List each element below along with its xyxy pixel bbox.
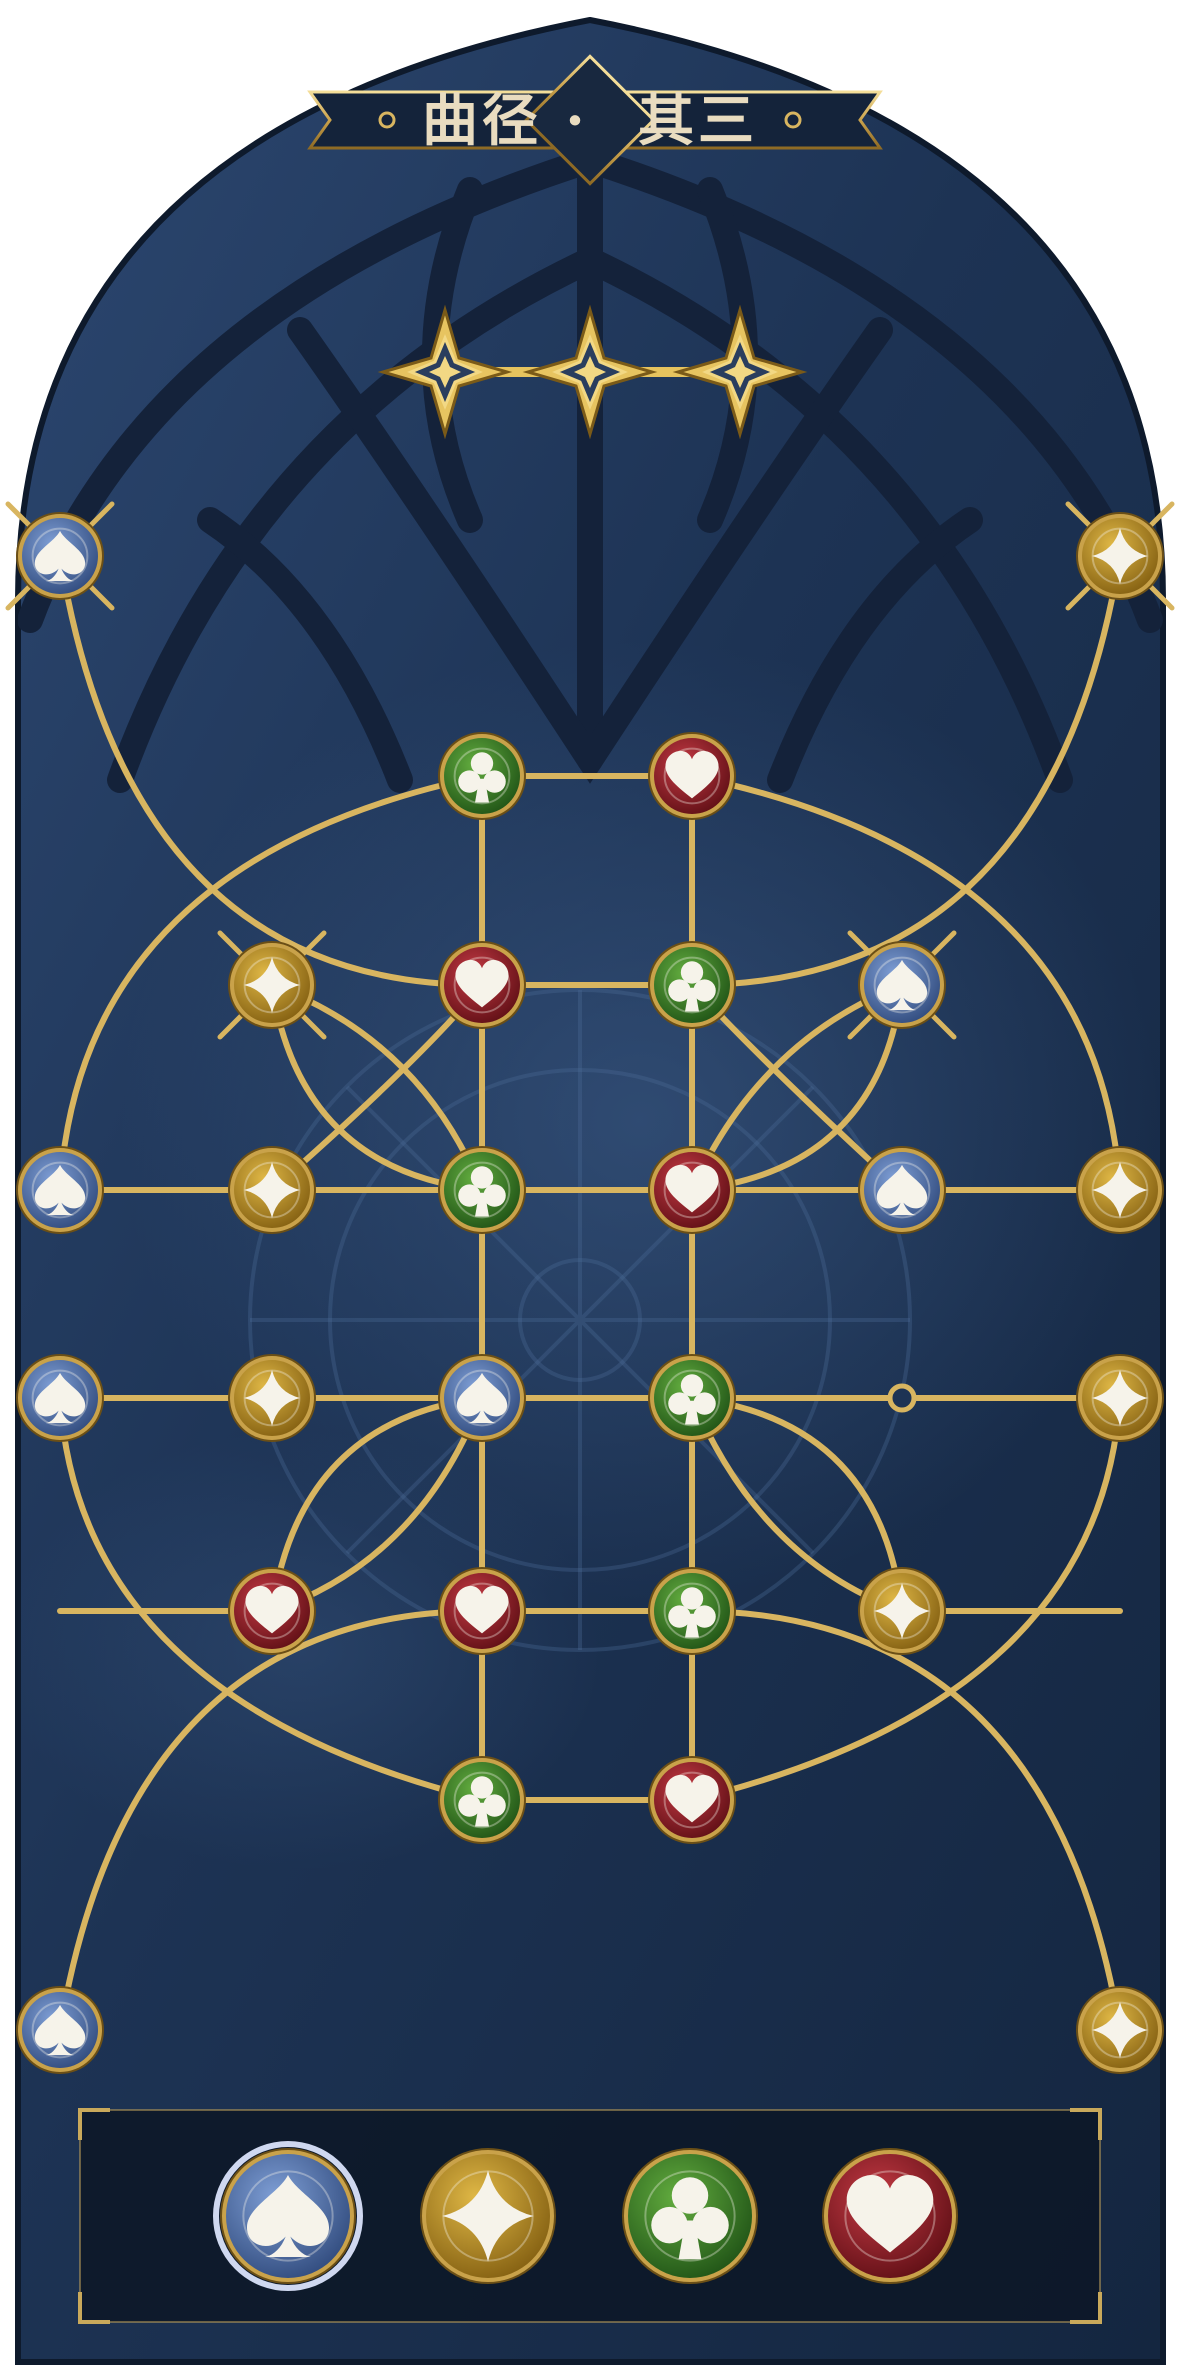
node-club-24[interactable] xyxy=(438,1756,526,1844)
node-heart-20[interactable] xyxy=(228,1567,316,1655)
node-spade-13[interactable] xyxy=(858,1146,946,1234)
node-heart-6[interactable] xyxy=(438,941,526,1029)
node-heart-4[interactable] xyxy=(648,732,736,820)
progress-stars xyxy=(377,304,808,440)
node-diamond-19[interactable] xyxy=(1076,1354,1164,1442)
node-club-18[interactable] xyxy=(648,1354,736,1442)
title-separator: · xyxy=(565,88,589,154)
node-club-11[interactable] xyxy=(438,1146,526,1234)
node-club-22[interactable] xyxy=(648,1567,736,1655)
node-diamond-5[interactable] xyxy=(228,941,316,1029)
node-spade-9[interactable] xyxy=(16,1146,104,1234)
node-heart-21[interactable] xyxy=(438,1567,526,1655)
palette-heart-button[interactable] xyxy=(822,2148,958,2284)
node-spade-8[interactable] xyxy=(858,941,946,1029)
node-diamond-16[interactable] xyxy=(228,1354,316,1442)
puzzle-board: 曲径 · 其三 xyxy=(5,16,1175,2365)
node-spade-26[interactable] xyxy=(16,1986,104,2074)
title-left: 曲径 xyxy=(422,88,542,154)
node-diamond-2[interactable] xyxy=(1076,512,1164,600)
node-diamond-27[interactable] xyxy=(1076,1986,1164,2074)
palette-diamond-button[interactable] xyxy=(420,2148,556,2284)
node-heart-25[interactable] xyxy=(648,1756,736,1844)
node-diamond-14[interactable] xyxy=(1076,1146,1164,1234)
compass-motif xyxy=(248,988,912,1652)
node-spade-17[interactable] xyxy=(438,1354,526,1442)
node-spade-15[interactable] xyxy=(16,1354,104,1442)
palette-spade-button[interactable] xyxy=(213,2141,363,2291)
suit-palette-panel xyxy=(78,2108,1102,2324)
node-diamond-10[interactable] xyxy=(228,1146,316,1234)
token-face xyxy=(628,2154,752,2278)
node-club-3[interactable] xyxy=(438,732,526,820)
node-diamond-23[interactable] xyxy=(858,1567,946,1655)
node-heart-12[interactable] xyxy=(648,1146,736,1234)
path-junction xyxy=(887,1383,917,1413)
palette-club-button[interactable] xyxy=(622,2148,758,2284)
node-spade-1[interactable] xyxy=(16,512,104,600)
title-right: 其三 xyxy=(638,88,758,154)
node-club-7[interactable] xyxy=(648,941,736,1029)
